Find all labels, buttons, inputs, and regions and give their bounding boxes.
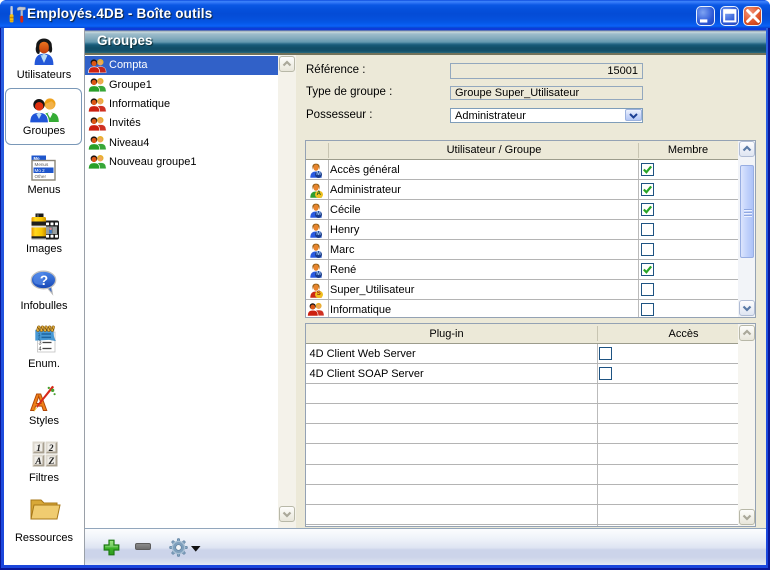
- svg-text:Other: Other: [35, 174, 47, 179]
- svg-text:Z: Z: [48, 457, 55, 467]
- svg-text:Menus: Menus: [35, 162, 49, 167]
- svg-text:A: A: [34, 457, 41, 467]
- svg-text:1: 1: [36, 444, 41, 454]
- svg-text:4: 4: [39, 347, 42, 353]
- svg-text:2: 2: [38, 335, 41, 341]
- svg-text:A: A: [30, 390, 47, 413]
- svg-text:?: ?: [40, 273, 48, 288]
- svg-text:Mo 2: Mo 2: [35, 168, 46, 173]
- svg-text:2: 2: [48, 444, 54, 454]
